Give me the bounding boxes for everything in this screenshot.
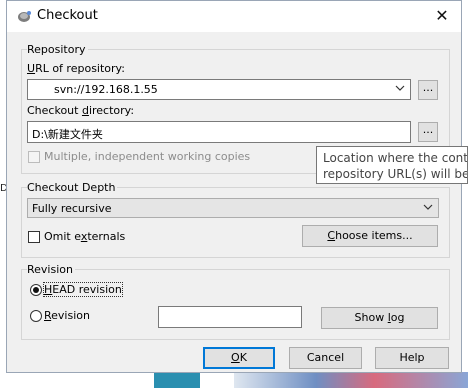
checkout-dialog: Checkout ✕ Repository URL of repository:… — [6, 0, 462, 373]
background-image — [234, 372, 468, 388]
tortoisesvn-icon — [18, 11, 31, 22]
show-log-button[interactable]: Show log — [321, 307, 438, 329]
multiple-wc-label: Multiple, independent working copies — [44, 150, 251, 163]
depth-selected: Fully recursive — [32, 202, 112, 215]
revision-radio[interactable] — [30, 310, 42, 322]
background-teal-block — [154, 372, 200, 388]
ok-button[interactable]: OK — [203, 347, 275, 369]
revision-legend: Revision — [27, 263, 75, 276]
head-revision-label: HEAD revision — [43, 282, 123, 297]
choose-items-button[interactable]: Choose items... — [302, 225, 438, 247]
cancel-button[interactable]: Cancel — [289, 347, 362, 369]
url-label: URL of repository: — [27, 62, 125, 75]
revision-input[interactable] — [158, 306, 302, 328]
repository-legend: Repository — [27, 43, 88, 56]
browse-dir-button[interactable]: ... — [418, 122, 438, 142]
window-title: Checkout — [37, 8, 98, 23]
checkout-dir-tooltip: Location where the conte repository URL(… — [316, 146, 468, 184]
title-bar[interactable]: Checkout ✕ — [7, 1, 461, 32]
checkout-dir-value: D:\新建文件夹 — [32, 128, 103, 141]
tooltip-line-2: repository URL(s) will be — [323, 167, 468, 181]
revision-label: Revision — [44, 309, 90, 322]
checkout-dir-label: Checkout directory: — [27, 104, 135, 117]
multiple-wc-checkbox[interactable] — [28, 151, 40, 163]
depth-legend: Checkout Depth — [27, 181, 118, 194]
chevron-down-icon[interactable] — [395, 83, 405, 93]
omit-externals-checkbox[interactable] — [28, 231, 40, 243]
tooltip-line-1: Location where the conte — [323, 151, 468, 165]
omit-externals-label: Omit externals — [44, 230, 126, 243]
help-button[interactable]: Help — [375, 347, 449, 369]
revision-group — [21, 269, 450, 340]
checkout-dir-input[interactable]: D:\新建文件夹 — [27, 121, 411, 143]
close-icon[interactable]: ✕ — [431, 5, 453, 27]
head-revision-radio[interactable] — [30, 284, 42, 296]
chevron-down-icon[interactable] — [423, 202, 433, 212]
repository-url-value: svn://192.168.1.55 — [54, 83, 158, 96]
browse-url-button[interactable]: ... — [418, 80, 438, 100]
repository-url-combo[interactable]: svn://192.168.1.55 — [27, 79, 411, 100]
depth-select[interactable]: Fully recursive — [27, 198, 439, 218]
